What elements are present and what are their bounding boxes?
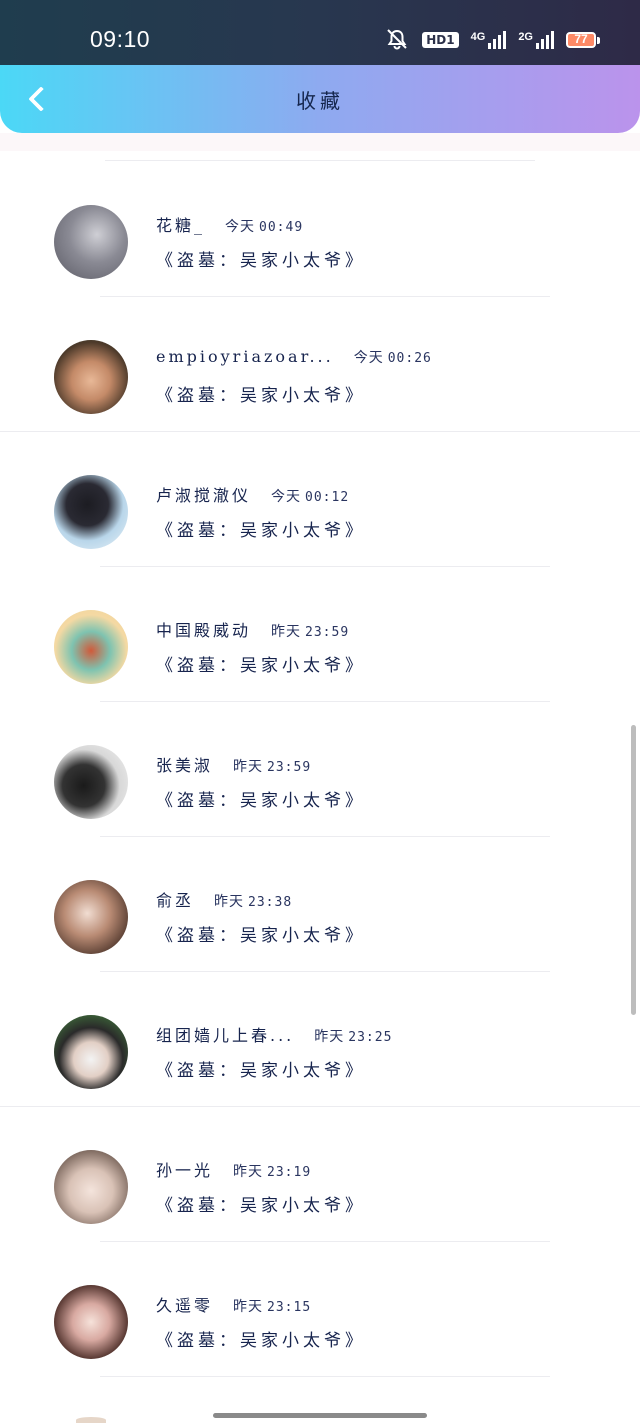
user-name: 卢淑搅澈仪 [156, 486, 252, 505]
avatar[interactable] [54, 475, 128, 549]
user-name: 孙一光 [156, 1161, 214, 1180]
header-bar: 收藏 [0, 65, 640, 133]
time-label: 23:19 [267, 1165, 312, 1180]
avatar[interactable] [54, 340, 128, 414]
day-label: 今天 [271, 489, 302, 505]
user-name: 组团嫱儿上春... [156, 1026, 295, 1045]
user-name: 中国殿威动 [156, 621, 252, 640]
day-label: 今天 [353, 350, 384, 366]
list-item[interactable]: 中国殿威动 昨天 23:59 《盗墓：吴家小太爷》 [0, 567, 640, 702]
list-item[interactable]: 孙一光 昨天 23:19 《盗墓：吴家小太爷》 [0, 1107, 640, 1242]
collection-title: 《盗墓：吴家小太爷》 [156, 791, 366, 811]
collection-title: 《盗墓：吴家小太爷》 [156, 1061, 366, 1081]
list-item[interactable]: 卢淑搅澈仪 今天 00:12 《盗墓：吴家小太爷》 [0, 432, 640, 567]
time-label: 00:26 [387, 351, 432, 366]
time-label: 00:49 [259, 220, 304, 235]
time-label: 23:15 [267, 1300, 312, 1315]
user-name: empioyriazoar... [156, 347, 334, 366]
collection-title: 《盗墓：吴家小太爷》 [156, 926, 366, 946]
list-item[interactable]: 组团嫱儿上春... 昨天 23:25 《盗墓：吴家小太爷》 [0, 972, 640, 1107]
day-label: 今天 [225, 219, 256, 235]
time-label: 23:59 [267, 760, 312, 775]
avatar[interactable] [54, 205, 128, 279]
collection-title: 《盗墓：吴家小太爷》 [156, 521, 366, 541]
user-name: 久遥零 [156, 1296, 214, 1315]
day-label: 昨天 [233, 759, 264, 775]
collection-title: 《盗墓：吴家小太爷》 [156, 1196, 366, 1216]
time-label: 23:25 [348, 1030, 393, 1045]
avatar[interactable] [54, 1015, 128, 1089]
list-item[interactable]: 俞丞 昨天 23:38 《盗墓：吴家小太爷》 [0, 837, 640, 972]
battery-level: 77 [574, 32, 588, 46]
day-label: 昨天 [233, 1299, 264, 1315]
avatar[interactable] [54, 1150, 128, 1224]
day-label: 昨天 [233, 1164, 264, 1180]
collection-title: 《盗墓：吴家小太爷》 [156, 386, 366, 406]
divider [105, 160, 535, 161]
day-label: 昨天 [271, 624, 302, 640]
user-name: 花糖_ [156, 216, 206, 235]
user-name: 张美淑 [156, 756, 214, 775]
collection-title: 《盗墓：吴家小太爷》 [156, 251, 366, 271]
favorites-list: 花糖_ 今天 00:49 《盗墓：吴家小太爷》 empioyriazoar... 今天… [0, 162, 640, 1377]
list-top-strip [0, 133, 640, 151]
avatar [76, 1417, 106, 1423]
collection-title: 《盗墓：吴家小太爷》 [156, 1331, 366, 1351]
home-indicator[interactable] [213, 1413, 427, 1418]
list-item[interactable]: 花糖_ 今天 00:49 《盗墓：吴家小太爷》 [0, 162, 640, 297]
time-label: 23:38 [248, 895, 293, 910]
scrollbar[interactable] [631, 725, 636, 1015]
battery-icon: 77 [566, 32, 600, 48]
avatar[interactable] [54, 880, 128, 954]
avatar[interactable] [54, 745, 128, 819]
list-item[interactable]: empioyriazoar... 今天 00:26 《盗墓：吴家小太爷》 [0, 297, 640, 432]
time-label: 23:59 [305, 625, 350, 640]
avatar[interactable] [54, 610, 128, 684]
status-time: 09:10 [90, 26, 151, 52]
avatar[interactable] [54, 1285, 128, 1359]
day-label: 昨天 [214, 894, 245, 910]
list-item[interactable]: 张美淑 昨天 23:59 《盗墓：吴家小太爷》 [0, 702, 640, 837]
day-label: 昨天 [314, 1029, 345, 1045]
list-item[interactable]: 久遥零 昨天 23:15 《盗墓：吴家小太爷》 [0, 1242, 640, 1377]
page-title: 收藏 [296, 89, 344, 113]
signal-2g-icon: 2G [518, 31, 554, 49]
time-label: 00:12 [305, 490, 350, 505]
mute-bell-icon [384, 28, 410, 53]
collection-title: 《盗墓：吴家小太爷》 [156, 656, 366, 676]
signal-4g-icon: 4G [471, 31, 507, 49]
hd-badge: HD1 [422, 32, 459, 48]
user-name: 俞丞 [156, 891, 195, 910]
status-icons: HD1 4G 2G 77 [384, 28, 600, 52]
